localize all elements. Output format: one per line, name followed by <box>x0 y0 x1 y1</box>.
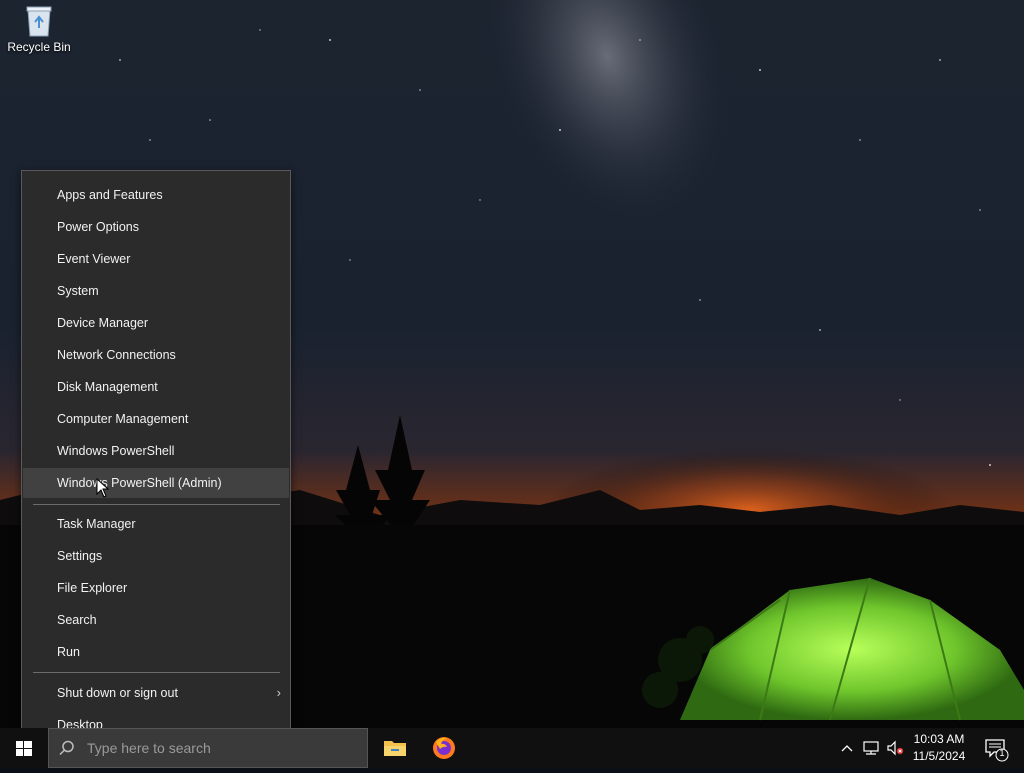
menu-item-device-manager[interactable]: Device Manager <box>23 308 289 338</box>
menu-item-network-connections[interactable]: Network Connections <box>23 340 289 370</box>
taskbar: Type here to search 10:03 AM 11/5/2024 1 <box>0 728 1024 768</box>
mouse-cursor-icon <box>96 478 110 498</box>
network-icon <box>863 741 879 755</box>
menu-item-windows-powershell[interactable]: Windows PowerShell <box>23 436 289 466</box>
menu-item-search[interactable]: Search <box>23 605 289 635</box>
clock-date: 11/5/2024 <box>912 749 966 763</box>
menu-item-label: Shut down or sign out <box>57 686 178 700</box>
taskbar-clock[interactable]: 10:03 AM 11/5/2024 <box>904 731 974 765</box>
action-center-button[interactable]: 1 <box>980 728 1012 768</box>
menu-item-computer-management[interactable]: Computer Management <box>23 404 289 434</box>
notification-icon <box>985 739 1009 762</box>
tray-volume[interactable] <box>884 728 906 768</box>
tray-overflow-chevron[interactable] <box>838 728 856 768</box>
folder-icon <box>384 741 406 756</box>
search-placeholder: Type here to search <box>87 740 211 756</box>
taskbar-firefox[interactable] <box>420 728 468 768</box>
menu-item-file-explorer[interactable]: File Explorer <box>23 573 289 603</box>
start-button[interactable] <box>0 728 48 768</box>
menu-item-windows-powershell-admin[interactable]: Windows PowerShell (Admin) <box>23 468 289 498</box>
windows-logo-icon <box>16 741 32 756</box>
menu-item-event-viewer[interactable]: Event Viewer <box>23 244 289 274</box>
menu-item-apps-and-features[interactable]: Apps and Features <box>23 180 289 210</box>
chevron-up-icon <box>841 745 853 752</box>
menu-item-task-manager[interactable]: Task Manager <box>23 509 289 539</box>
tray-network[interactable] <box>860 728 882 768</box>
menu-item-run[interactable]: Run <box>23 637 289 667</box>
menu-item-system[interactable]: System <box>23 276 289 306</box>
menu-item-settings[interactable]: Settings <box>23 541 289 571</box>
menu-item-shut-down-or-sign-out[interactable]: Shut down or sign out › <box>23 678 289 708</box>
menu-separator <box>33 504 280 505</box>
chevron-right-icon: › <box>276 685 281 700</box>
recycle-bin-icon <box>26 6 52 37</box>
menu-item-power-options[interactable]: Power Options <box>23 212 289 242</box>
clock-time: 10:03 AM <box>913 732 965 746</box>
winx-context-menu: Apps and Features Power Options Event Vi… <box>21 170 291 750</box>
notification-count-badge: 1 <box>999 748 1005 758</box>
volume-muted-icon <box>887 740 904 756</box>
firefox-icon <box>433 737 455 759</box>
taskbar-file-explorer[interactable] <box>371 728 419 768</box>
menu-item-disk-management[interactable]: Disk Management <box>23 372 289 402</box>
taskbar-search-box[interactable]: Type here to search <box>48 728 368 768</box>
recycle-bin-label: Recycle Bin <box>7 40 71 54</box>
recycle-bin-desktop-icon[interactable]: Recycle Bin <box>4 4 74 54</box>
menu-separator <box>33 672 280 673</box>
search-icon <box>59 740 74 756</box>
